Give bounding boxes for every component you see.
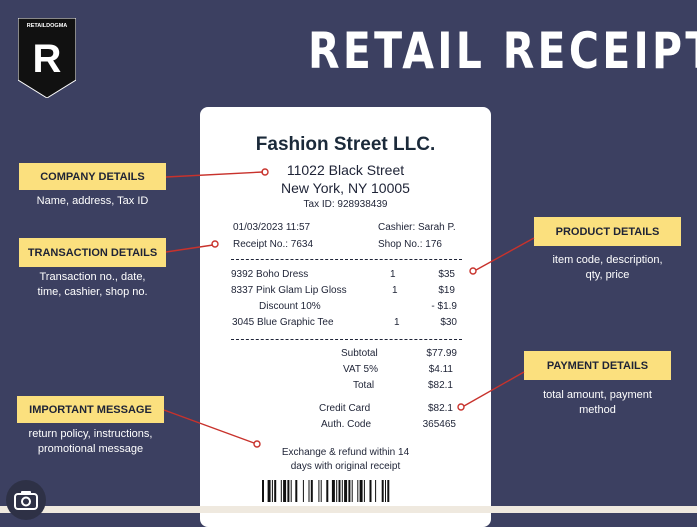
connector-dot <box>254 441 260 447</box>
connector-dot <box>470 268 476 274</box>
connector-company <box>166 172 263 177</box>
camera-icon <box>14 490 38 510</box>
connector-payment <box>464 372 524 406</box>
connector-product <box>476 238 534 270</box>
connector-important <box>164 410 254 443</box>
lens-search-button[interactable] <box>6 480 46 520</box>
connector-transaction <box>166 245 213 252</box>
bottom-strip <box>0 506 697 513</box>
connector-dot <box>212 241 218 247</box>
connector-lines <box>0 0 697 513</box>
connector-dot <box>458 404 464 410</box>
